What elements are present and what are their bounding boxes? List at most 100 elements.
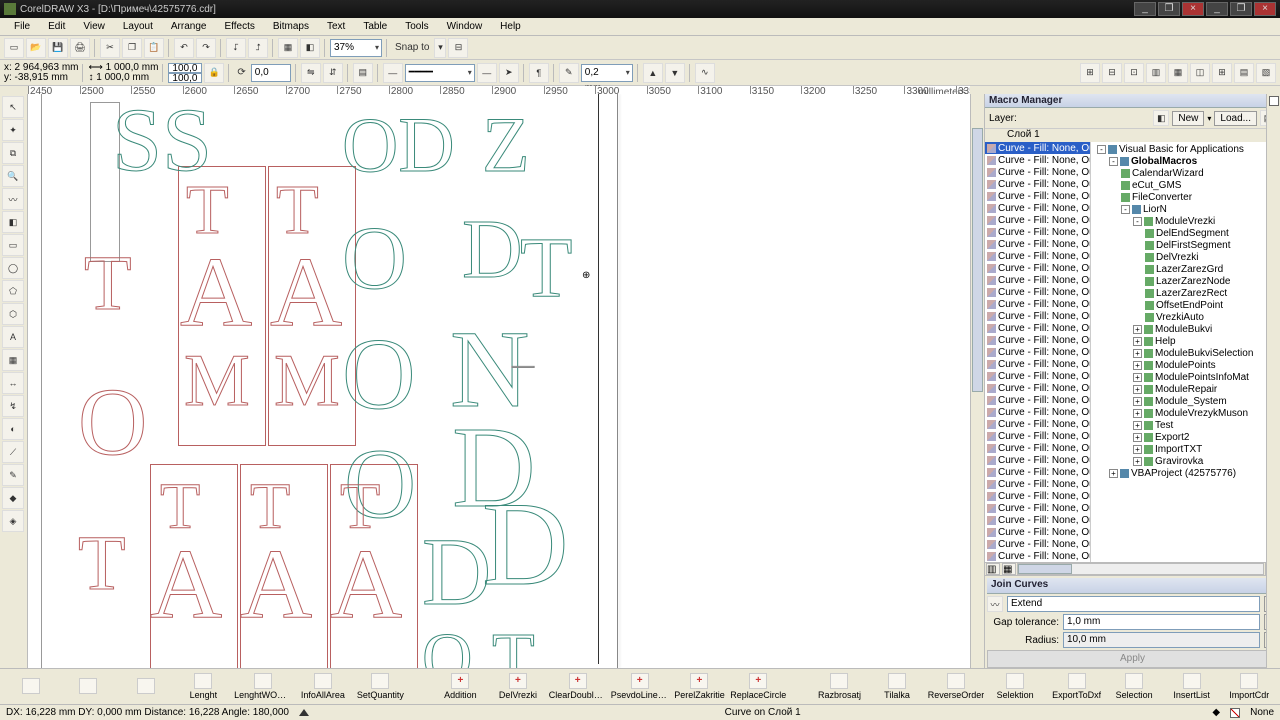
tree-node[interactable]: +Help [1093,336,1278,348]
tree-node[interactable]: CalendarWizard [1093,168,1278,180]
grid-8-icon[interactable]: ▤ [1234,63,1254,83]
align-icon[interactable]: ▤ [353,63,373,83]
menu-edit[interactable]: Edit [40,20,73,33]
object-row[interactable]: Curve - Fill: None, Ou [985,166,1090,178]
macro-lenght[interactable]: Lenght [177,673,231,700]
expand-icon[interactable]: - [1121,205,1130,214]
line-end-icon[interactable]: — [477,63,497,83]
lock-ratio-icon[interactable]: 🔒 [204,63,224,83]
expand-icon[interactable]: + [1133,361,1142,370]
rectangle-tool-icon[interactable]: ▭ [2,234,24,256]
tree-node[interactable]: DelVrezki [1093,252,1278,264]
macro-reverseorder[interactable]: ReverseOrder [928,673,985,700]
objlist-btn-2[interactable]: ▦ [1002,563,1016,575]
gap-input[interactable]: 1,0 mm [1063,614,1260,630]
object-row[interactable]: Curve - Fill: None, Ou [985,346,1090,358]
export-icon[interactable]: ⮥ [248,38,268,58]
smart-fill-icon[interactable]: ◧ [2,211,24,233]
object-row[interactable]: Curve - Fill: None, Ou [985,358,1090,370]
menu-bitmaps[interactable]: Bitmaps [265,20,317,33]
menu-view[interactable]: View [75,20,113,33]
tree-node[interactable]: FileConverter [1093,192,1278,204]
expand-icon[interactable]: + [1133,349,1142,358]
object-row[interactable]: Curve - Fill: None, Ou [985,490,1090,502]
object-row[interactable]: Curve - Fill: None, Ou [985,430,1090,442]
tree-node[interactable]: +Module_System [1093,396,1278,408]
object-row[interactable]: Curve - Fill: None, Ou [985,142,1090,154]
outline-tool-icon[interactable]: ✎ [2,464,24,486]
macro-razbrosatj[interactable]: Razbrosatj [813,673,867,700]
join-mode-icon[interactable]: 〰 [987,596,1003,612]
restore-button[interactable]: ❐ [1158,2,1180,16]
tree-node[interactable]: -LiorN [1093,204,1278,216]
menu-table[interactable]: Table [355,20,395,33]
grid-6-icon[interactable]: ◫ [1190,63,1210,83]
expand-icon[interactable]: + [1133,421,1142,430]
tree-node[interactable]: +Test [1093,420,1278,432]
expand-icon[interactable]: + [1133,373,1142,382]
object-row[interactable]: Curve - Fill: None, Ou [985,370,1090,382]
vertical-scrollbar[interactable] [970,94,984,668]
ellipse-tool-icon[interactable]: ◯ [2,257,24,279]
object-row[interactable]: Curve - Fill: None, Ou [985,526,1090,538]
load-button[interactable]: Load... [1214,111,1257,126]
layer-value[interactable]: Слой 1 [1007,129,1040,140]
cut-icon[interactable]: ✂ [100,38,120,58]
eyedropper-icon[interactable]: ⟋ [2,441,24,463]
expand-icon[interactable]: + [1133,457,1142,466]
expand-icon[interactable]: + [1133,433,1142,442]
doc-close-button[interactable]: × [1254,2,1276,16]
docker-title[interactable]: Macro Manager [985,94,1280,108]
grid-9-icon[interactable]: ▧ [1256,63,1276,83]
tree-node[interactable]: +ModuleBukvi [1093,324,1278,336]
object-row[interactable]: Curve - Fill: None, Ou [985,298,1090,310]
app-launcher-icon[interactable]: ▦ [278,38,298,58]
macro-addition[interactable]: Addition [434,673,488,700]
dimension-tool-icon[interactable]: ↔ [2,372,24,394]
copy-icon[interactable]: ❐ [122,38,142,58]
open-icon[interactable]: 📂 [26,38,46,58]
no-color-swatch[interactable] [1269,96,1279,106]
tree-node[interactable]: LazerZarezNode [1093,276,1278,288]
fill-swatch[interactable] [1230,708,1240,718]
objlist-btn-1[interactable]: ▥ [986,563,1000,575]
shape-tool-icon[interactable]: ✦ [2,119,24,141]
object-row[interactable]: Curve - Fill: None, Ou [985,262,1090,274]
tree-node[interactable]: +ModuleRepair [1093,384,1278,396]
blend-tool-icon[interactable]: ◐ [2,418,24,440]
drawing-canvas[interactable]: SS OD Z O D T O N O D D D Q T T T T A A … [42,94,970,668]
save-icon[interactable]: 💾 [48,38,68,58]
object-list[interactable]: Curve - Fill: None, OuCurve - Fill: None… [985,142,1091,562]
mirror-h-icon[interactable]: ⇋ [301,63,321,83]
grid-1-icon[interactable]: ⊞ [1080,63,1100,83]
macro-replacecircle[interactable]: ReplaceCircle [730,673,786,700]
object-row[interactable]: Curve - Fill: None, Ou [985,274,1090,286]
macro-setquantity[interactable]: SetQuantity [354,673,408,700]
macro-tree[interactable]: -Visual Basic for Applications-GlobalMac… [1091,142,1280,562]
fill-indicator-icon[interactable]: ◆ [1212,707,1220,718]
grid-5-icon[interactable]: ▦ [1168,63,1188,83]
mirror-v-icon[interactable]: ⇵ [323,63,343,83]
menu-effects[interactable]: Effects [216,20,262,33]
tree-node[interactable]: VrezkiAuto [1093,312,1278,324]
menu-file[interactable]: File [6,20,38,33]
tree-node[interactable]: +ModuleVrezykMuson [1093,408,1278,420]
macro-perelzakritie[interactable]: PerelZakritie [673,673,727,700]
rotation-input[interactable]: 0,0 [251,64,291,82]
menu-layout[interactable]: Layout [115,20,161,33]
object-row[interactable]: Curve - Fill: None, Ou [985,214,1090,226]
macro-btn[interactable] [62,678,116,695]
object-row[interactable]: Curve - Fill: None, Ou [985,190,1090,202]
expand-icon[interactable]: + [1133,445,1142,454]
join-mode-combo[interactable]: Extend [1007,596,1260,612]
object-row[interactable]: Curve - Fill: None, Ou [985,454,1090,466]
expand-icon[interactable]: + [1133,397,1142,406]
macro-importcdr[interactable]: ImportCdr [1222,673,1276,700]
basic-shapes-icon[interactable]: ⬡ [2,303,24,325]
zoom-combo[interactable]: 37% [330,39,382,57]
macro-lenghtwocontur[interactable]: LenghtWOContur [234,673,292,700]
object-row[interactable]: Curve - Fill: None, Ou [985,334,1090,346]
macro-btn[interactable] [4,678,58,695]
new-button[interactable]: New [1172,111,1204,126]
expand-icon[interactable]: - [1133,217,1142,226]
